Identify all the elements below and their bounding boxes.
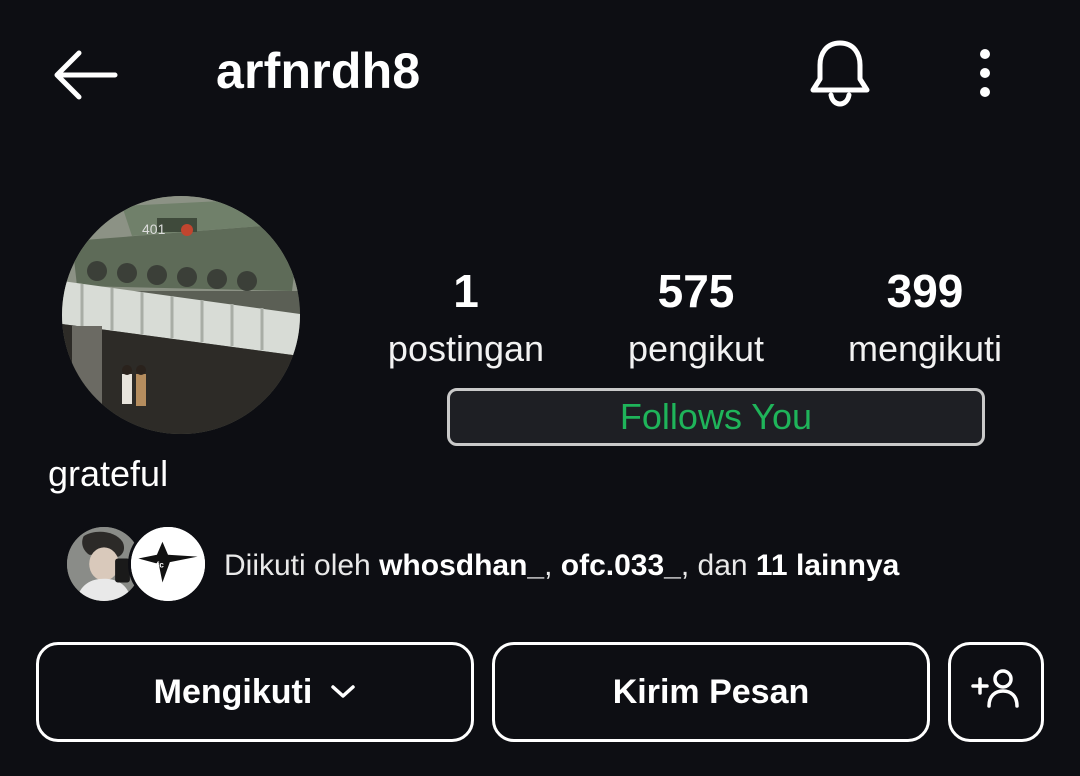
following-count-label: mengikuti	[847, 328, 1003, 369]
followed-by-separator-and: , dan	[680, 549, 756, 582]
posts-count[interactable]: 1 postingan	[356, 262, 576, 378]
followed-by-user-2[interactable]: ofc.033_	[561, 549, 681, 582]
svg-text:ofc: ofc	[151, 560, 164, 570]
arrow-left-icon	[49, 49, 119, 106]
followed-by-prefix: Diikuti oleh	[224, 549, 380, 582]
profile-avatar[interactable]: 401	[62, 196, 300, 434]
chevron-down-icon	[330, 684, 356, 700]
followed-by-user-1[interactable]: whosdhan_	[379, 549, 544, 582]
following-count-value: 399	[886, 265, 964, 317]
posts-count-label: postingan	[387, 328, 545, 369]
followed-by-text[interactable]: Diikuti oleh whosdhan_, ofc.033_, dan 11…	[224, 546, 899, 586]
following-count[interactable]: 399 mengikuti	[815, 262, 1035, 378]
bell-icon	[808, 37, 872, 112]
followers-count[interactable]: 575 pengikut	[586, 262, 806, 378]
more-vertical-icon	[978, 48, 992, 103]
profile-bio: grateful	[48, 453, 169, 494]
back-button[interactable]	[44, 44, 124, 110]
follows-you-badge: Follows You	[447, 388, 985, 446]
mutual-follower-avatar: ofc	[128, 524, 208, 604]
followed-by-separator: ,	[544, 549, 561, 582]
following-button-label: Mengikuti	[153, 672, 313, 711]
profile-username: arfnrdh8	[216, 43, 421, 99]
svg-text:401: 401	[142, 221, 166, 237]
followers-count-value: 575	[657, 265, 735, 317]
send-message-button[interactable]: Kirim Pesan	[492, 642, 930, 742]
add-person-icon	[969, 666, 1023, 719]
followed-by-others[interactable]: 11 lainnya	[756, 549, 899, 582]
more-options-button[interactable]	[960, 40, 1010, 110]
suggested-accounts-button[interactable]	[948, 642, 1044, 742]
mutual-followers-avatars[interactable]: ofc	[64, 524, 208, 604]
followers-count-label: pengikut	[627, 328, 765, 369]
profile-screen: arfnrdh8 401 1 postingan 575 pengikut 39…	[0, 0, 1080, 776]
notifications-button[interactable]	[800, 34, 880, 114]
following-dropdown-button[interactable]: Mengikuti	[36, 642, 474, 742]
send-message-button-label: Kirim Pesan	[612, 672, 810, 711]
posts-count-value: 1	[453, 265, 479, 317]
